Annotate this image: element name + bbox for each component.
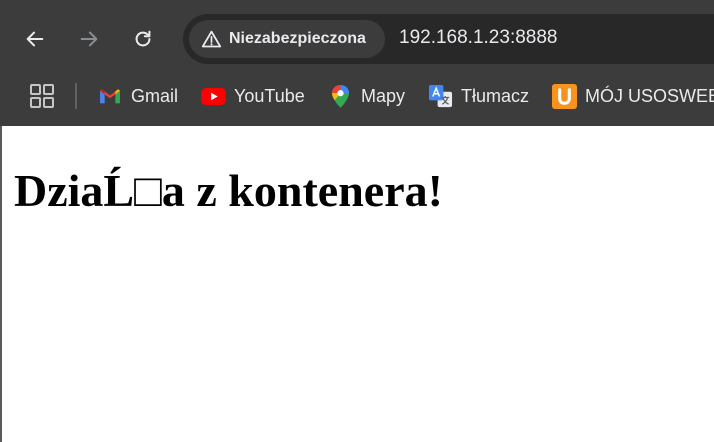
youtube-icon	[200, 83, 226, 109]
warning-triangle-icon	[201, 30, 222, 47]
bookmarks-divider	[75, 83, 77, 109]
bookmark-youtube[interactable]: YouTube	[200, 81, 305, 111]
bookmark-label: YouTube	[234, 85, 305, 106]
translate-icon	[427, 83, 453, 109]
bookmarks-bar: Gmail YouTube Mapy Tłumacz MÓJ USOSWEB	[0, 69, 714, 126]
page-heading: DziaĹ□a z kontenera!	[14, 165, 443, 216]
gmail-icon	[97, 83, 123, 109]
bookmark-gmail[interactable]: Gmail	[97, 81, 178, 111]
bookmark-mapy[interactable]: Mapy	[327, 81, 405, 111]
address-bar[interactable]: Niezabezpieczona 192.168.1.23:8888	[183, 14, 714, 64]
usosweb-icon	[551, 83, 577, 109]
url-text[interactable]: 192.168.1.23:8888	[399, 27, 558, 49]
arrow-right-icon	[80, 31, 98, 47]
page-content: DziaĹ□a z kontenera!	[2, 126, 714, 442]
bookmark-label: Tłumacz	[461, 85, 530, 106]
apps-grid-icon[interactable]	[29, 83, 55, 109]
bookmark-tlumacz[interactable]: Tłumacz	[427, 81, 529, 111]
security-label: Niezabezpieczona	[229, 30, 366, 47]
back-button[interactable]	[17, 21, 53, 57]
reload-icon	[135, 30, 151, 47]
security-indicator[interactable]: Niezabezpieczona	[189, 20, 385, 58]
bookmark-label: Mapy	[361, 85, 406, 106]
forward-button[interactable]	[71, 21, 107, 57]
reload-button[interactable]	[125, 21, 161, 57]
bookmark-usosweb[interactable]: MÓJ USOSWEB	[551, 81, 714, 111]
bookmark-label: Gmail	[131, 85, 179, 106]
browser-toolbar: Niezabezpieczona 192.168.1.23:8888	[0, 0, 714, 69]
bookmark-label: MÓJ USOSWEB	[585, 85, 714, 106]
arrow-left-icon	[26, 31, 44, 47]
maps-pin-icon	[327, 83, 353, 109]
